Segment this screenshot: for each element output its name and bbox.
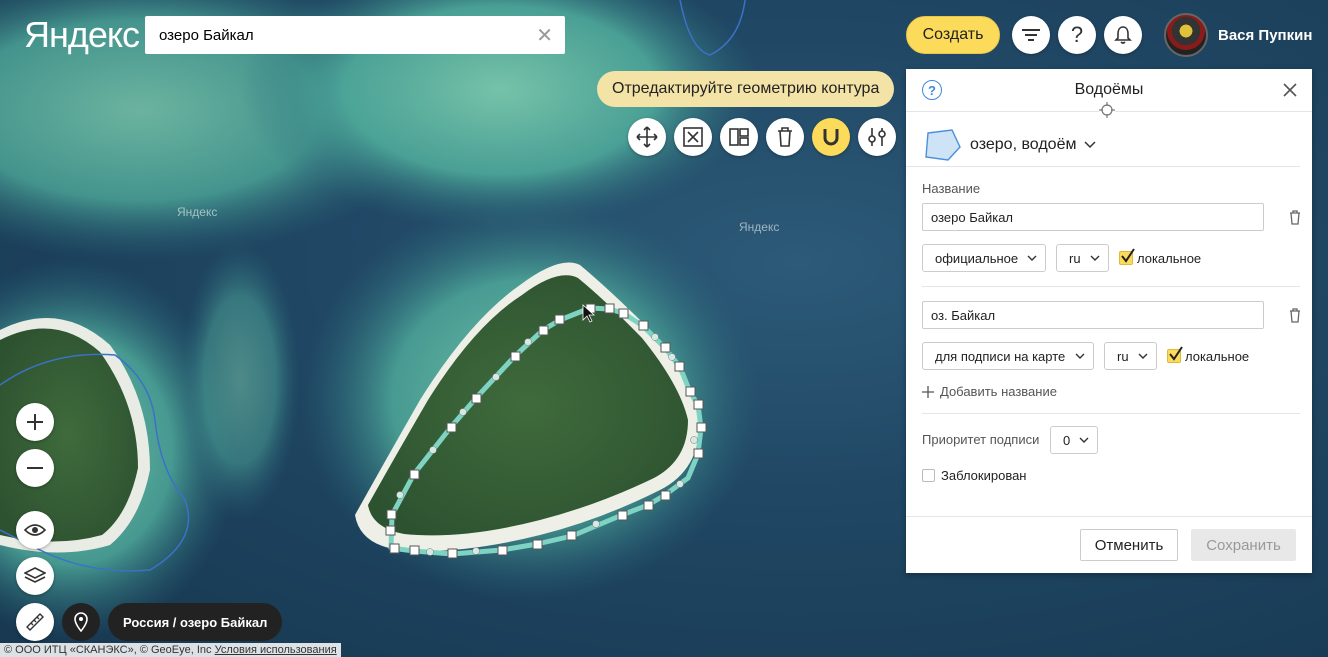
name-input-1[interactable]: озеро Байкал	[922, 203, 1264, 231]
plus-icon	[27, 414, 43, 430]
priority-select[interactable]: 0	[1050, 426, 1098, 454]
save-button[interactable]: Сохранить	[1191, 529, 1296, 561]
locked-checkbox[interactable]	[922, 469, 935, 482]
user-name[interactable]: Вася Пупкин	[1218, 27, 1312, 44]
settings-tool-button[interactable]	[858, 118, 896, 156]
layers-icon	[24, 567, 46, 583]
panel-footer: Отменить Сохранить	[906, 516, 1312, 573]
move-icon	[636, 126, 658, 148]
trash-icon	[778, 127, 792, 147]
locked-label: Заблокирован	[941, 468, 1027, 483]
priority-section: Приоритет подписи 0 Заблокирован	[906, 426, 1312, 483]
split-icon	[729, 128, 749, 146]
copyright: © ООО ИТЦ «СКАНЭКС», © GeoEye, Inc Услов…	[0, 643, 341, 657]
name-type-value: для подписи на карте	[935, 348, 1066, 364]
local-label: локальное	[1137, 250, 1202, 266]
copyright-text: © ООО ИТЦ «СКАНЭКС», © GeoEye, Inc	[4, 644, 212, 656]
settings-icon	[868, 128, 886, 146]
location-button[interactable]	[62, 603, 100, 641]
object-type-selector[interactable]: озеро, водоём	[906, 112, 1300, 167]
edit-panel: ? Водоёмы озеро, водоём Название озеро Б…	[906, 69, 1312, 573]
ruler-icon	[26, 613, 44, 631]
add-name-button[interactable]: Добавить название	[922, 384, 1296, 399]
divider	[922, 286, 1300, 287]
filter-button[interactable]	[1012, 16, 1050, 54]
map-watermark: Яндекс	[739, 220, 780, 234]
bell-icon	[1114, 26, 1132, 44]
language-value: ru	[1069, 250, 1081, 266]
eye-icon	[24, 524, 46, 536]
map-watermark: Яндекс	[177, 205, 218, 219]
names-section-2: оз. Байкал для подписи на карте ru локал…	[906, 301, 1312, 399]
help-circle-icon[interactable]: ?	[922, 80, 942, 100]
delete-vertex-tool-button[interactable]	[674, 118, 712, 156]
name-type-select-1[interactable]: официальное	[922, 244, 1046, 272]
move-tool-button[interactable]	[628, 118, 666, 156]
breadcrumb[interactable]: Россия / озеро Байкал	[108, 603, 283, 641]
edit-hint: Отредактируйте геометрию контура	[597, 71, 895, 107]
priority-value: 0	[1063, 432, 1071, 448]
chevron-down-icon	[1090, 255, 1100, 261]
name-type-select-2[interactable]: для подписи на карте	[922, 342, 1094, 370]
local-label: локальное	[1185, 348, 1250, 364]
split-tool-button[interactable]	[720, 118, 758, 156]
panel-title: Водоёмы	[1074, 81, 1144, 98]
minus-icon	[27, 467, 43, 469]
close-icon[interactable]	[1282, 82, 1298, 98]
object-type-label: озеро, водоём	[970, 136, 1077, 153]
create-button[interactable]: Создать	[906, 16, 1000, 54]
check-icon	[1121, 248, 1135, 263]
divider	[922, 413, 1300, 414]
chevron-down-icon	[1027, 255, 1037, 261]
cancel-button[interactable]: Отменить	[1080, 529, 1178, 561]
trash-icon[interactable]	[1288, 209, 1302, 225]
delete-vertex-icon	[683, 127, 703, 147]
zoom-in-button[interactable]	[16, 403, 54, 441]
name-label: Название	[922, 181, 981, 196]
local-checkbox-1[interactable]	[1119, 248, 1135, 265]
names-section: Название озеро Байкал официальное ru лок…	[906, 181, 1312, 272]
clear-search-icon[interactable]: ✕	[536, 23, 553, 48]
panel-header: ? Водоёмы	[906, 69, 1312, 118]
magnet-icon	[823, 129, 839, 146]
filter-icon	[1022, 29, 1040, 41]
name-input-2[interactable]: оз. Байкал	[922, 301, 1264, 329]
polygon-icon	[925, 129, 961, 161]
help-button[interactable]: ?	[1058, 16, 1096, 54]
priority-label: Приоритет подписи	[922, 432, 1040, 447]
plus-icon	[922, 385, 934, 398]
layers-button[interactable]	[16, 557, 54, 595]
check-icon	[1169, 346, 1183, 361]
zoom-out-button[interactable]	[16, 449, 54, 487]
delete-tool-button[interactable]	[766, 118, 804, 156]
chevron-down-icon	[1079, 437, 1089, 443]
local-checkbox-2[interactable]	[1167, 346, 1183, 363]
add-name-label: Добавить название	[940, 384, 1057, 399]
language-select-1[interactable]: ru	[1056, 244, 1109, 272]
pin-icon	[74, 612, 88, 632]
snap-tool-button[interactable]	[812, 118, 850, 156]
notifications-button[interactable]	[1104, 16, 1142, 54]
trash-icon[interactable]	[1288, 307, 1302, 323]
search-input[interactable]	[157, 25, 537, 45]
terms-link[interactable]: Условия использования	[215, 644, 337, 656]
name-type-value: официальное	[935, 250, 1019, 266]
crosshair-icon[interactable]	[1099, 102, 1115, 118]
view-toggle-button[interactable]	[16, 511, 54, 549]
avatar[interactable]	[1164, 13, 1208, 57]
chevron-down-icon	[1138, 353, 1148, 359]
ruler-button[interactable]	[16, 603, 54, 641]
chevron-down-icon	[1084, 141, 1096, 149]
yandex-logo[interactable]: Яндекс	[24, 14, 140, 56]
language-value: ru	[1117, 348, 1129, 364]
search-bar: ✕	[145, 16, 565, 54]
chevron-down-icon	[1075, 353, 1085, 359]
user-menu[interactable]: Вася Пупкин	[1164, 13, 1312, 57]
question-icon: ?	[1070, 22, 1084, 47]
language-select-2[interactable]: ru	[1104, 342, 1157, 370]
